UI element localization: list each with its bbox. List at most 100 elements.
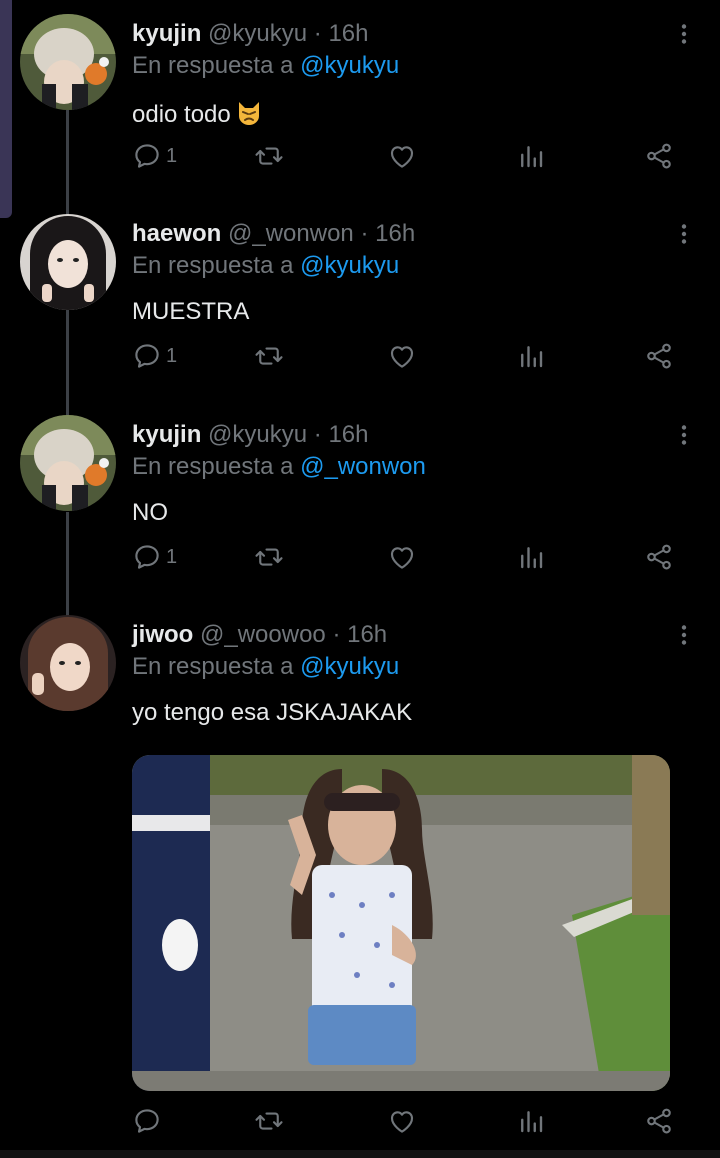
separator: · — [313, 421, 322, 448]
reply-mention[interactable]: @kyukyu — [300, 52, 399, 79]
retweet-button[interactable] — [254, 136, 284, 176]
like-button[interactable] — [387, 537, 417, 577]
share-icon — [644, 1106, 674, 1136]
action-bar: 1 — [132, 537, 692, 577]
avatar[interactable] — [20, 615, 116, 711]
views-icon — [516, 1106, 546, 1136]
share-icon — [644, 341, 674, 371]
reply-mention[interactable]: @kyukyu — [300, 252, 399, 279]
action-bar: 1 — [132, 136, 692, 176]
reply-icon — [132, 341, 162, 371]
more-vertical-icon[interactable] — [672, 423, 696, 447]
share-button[interactable] — [644, 136, 674, 176]
reply-prefix: En respuesta a — [132, 52, 294, 79]
retweet-button[interactable] — [254, 1101, 284, 1141]
avatar[interactable] — [20, 214, 116, 310]
avatar[interactable] — [20, 14, 116, 110]
tweet[interactable]: kyujin @kyukyu · 16h En respuesta a @_wo… — [0, 401, 720, 601]
timestamp[interactable]: 16h — [347, 621, 387, 648]
photo-image — [132, 755, 670, 1091]
attached-photo[interactable] — [132, 755, 670, 1091]
reply-prefix: En respuesta a — [132, 252, 294, 279]
heart-icon — [387, 1106, 417, 1136]
pouting-cat-emoji — [235, 98, 263, 133]
reply-context: En respuesta a @kyukyu — [132, 653, 399, 681]
timestamp[interactable]: 16h — [328, 20, 368, 47]
timestamp[interactable]: 16h — [328, 421, 368, 448]
display-name[interactable]: jiwoo — [132, 621, 193, 648]
reply-context: En respuesta a @_wonwon — [132, 453, 426, 481]
separator: · — [360, 220, 369, 247]
tweet-text: yo tengo esa JSKAJAKAK — [132, 699, 413, 726]
views-button[interactable] — [516, 136, 546, 176]
user-handle[interactable]: @kyukyu — [208, 421, 307, 448]
user-handle[interactable]: @_wonwon — [228, 220, 354, 247]
views-button[interactable] — [516, 537, 546, 577]
reply-count: 1 — [166, 545, 178, 568]
heart-icon — [387, 141, 417, 171]
tweet-header: jiwoo @_woowoo · 16h — [132, 621, 387, 649]
separator: · — [332, 621, 341, 648]
reply-button[interactable]: 1 — [132, 336, 177, 376]
avatar-image — [20, 415, 116, 511]
avatar[interactable] — [20, 415, 116, 511]
retweet-icon — [254, 1106, 284, 1136]
bottom-divider — [0, 1150, 720, 1158]
display-name[interactable]: kyujin — [132, 421, 201, 448]
tweet-header: kyujin @kyukyu · 16h — [132, 421, 368, 449]
user-handle[interactable]: @kyukyu — [208, 20, 307, 47]
separator: · — [313, 20, 322, 47]
reply-prefix: En respuesta a — [132, 453, 294, 480]
tweet-text-content: odio todo — [132, 101, 231, 128]
reply-icon — [132, 141, 162, 171]
reply-context: En respuesta a @kyukyu — [132, 252, 399, 280]
retweet-button[interactable] — [254, 537, 284, 577]
share-button[interactable] — [644, 1101, 674, 1141]
retweet-icon — [254, 542, 284, 572]
like-button[interactable] — [387, 1101, 417, 1141]
more-vertical-icon[interactable] — [672, 22, 696, 46]
retweet-icon — [254, 141, 284, 171]
views-button[interactable] — [516, 1101, 546, 1141]
avatar-image — [20, 14, 116, 110]
user-handle[interactable]: @_woowoo — [200, 621, 326, 648]
reply-mention[interactable]: @_wonwon — [300, 453, 426, 480]
reply-icon — [132, 1106, 162, 1136]
retweet-icon — [254, 341, 284, 371]
heart-icon — [387, 341, 417, 371]
more-vertical-icon[interactable] — [672, 222, 696, 246]
tweet-header: haewon @_wonwon · 16h — [132, 220, 415, 248]
more-vertical-icon[interactable] — [672, 623, 696, 647]
views-icon — [516, 341, 546, 371]
views-icon — [516, 141, 546, 171]
reply-button[interactable]: 1 — [132, 136, 177, 176]
share-icon — [644, 542, 674, 572]
tweet[interactable]: haewon @_wonwon · 16h En respuesta a @ky… — [0, 200, 720, 400]
views-button[interactable] — [516, 336, 546, 376]
action-bar — [132, 1101, 692, 1141]
tweet-text: MUESTRA — [132, 298, 250, 325]
tweet-header: kyujin @kyukyu · 16h — [132, 20, 368, 48]
share-button[interactable] — [644, 537, 674, 577]
reply-count: 1 — [166, 344, 178, 367]
tweet-text: NO — [132, 499, 168, 526]
tweet-text: odio todo — [132, 98, 263, 133]
display-name[interactable]: kyujin — [132, 20, 201, 47]
retweet-button[interactable] — [254, 336, 284, 376]
like-button[interactable] — [387, 136, 417, 176]
views-icon — [516, 542, 546, 572]
share-button[interactable] — [644, 336, 674, 376]
action-bar: 1 — [132, 336, 692, 376]
reply-mention[interactable]: @kyukyu — [300, 653, 399, 680]
like-button[interactable] — [387, 336, 417, 376]
reply-button[interactable]: 1 — [132, 537, 177, 577]
tweet[interactable]: kyujin @kyukyu · 16h En respuesta a @kyu… — [0, 0, 720, 200]
share-icon — [644, 141, 674, 171]
reply-button[interactable] — [132, 1101, 166, 1141]
display-name[interactable]: haewon — [132, 220, 221, 247]
avatar-image — [20, 214, 116, 310]
tweet[interactable]: jiwoo @_woowoo · 16h En respuesta a @kyu… — [0, 601, 720, 1150]
reply-prefix: En respuesta a — [132, 653, 294, 680]
reply-context: En respuesta a @kyukyu — [132, 52, 399, 80]
timestamp[interactable]: 16h — [375, 220, 415, 247]
